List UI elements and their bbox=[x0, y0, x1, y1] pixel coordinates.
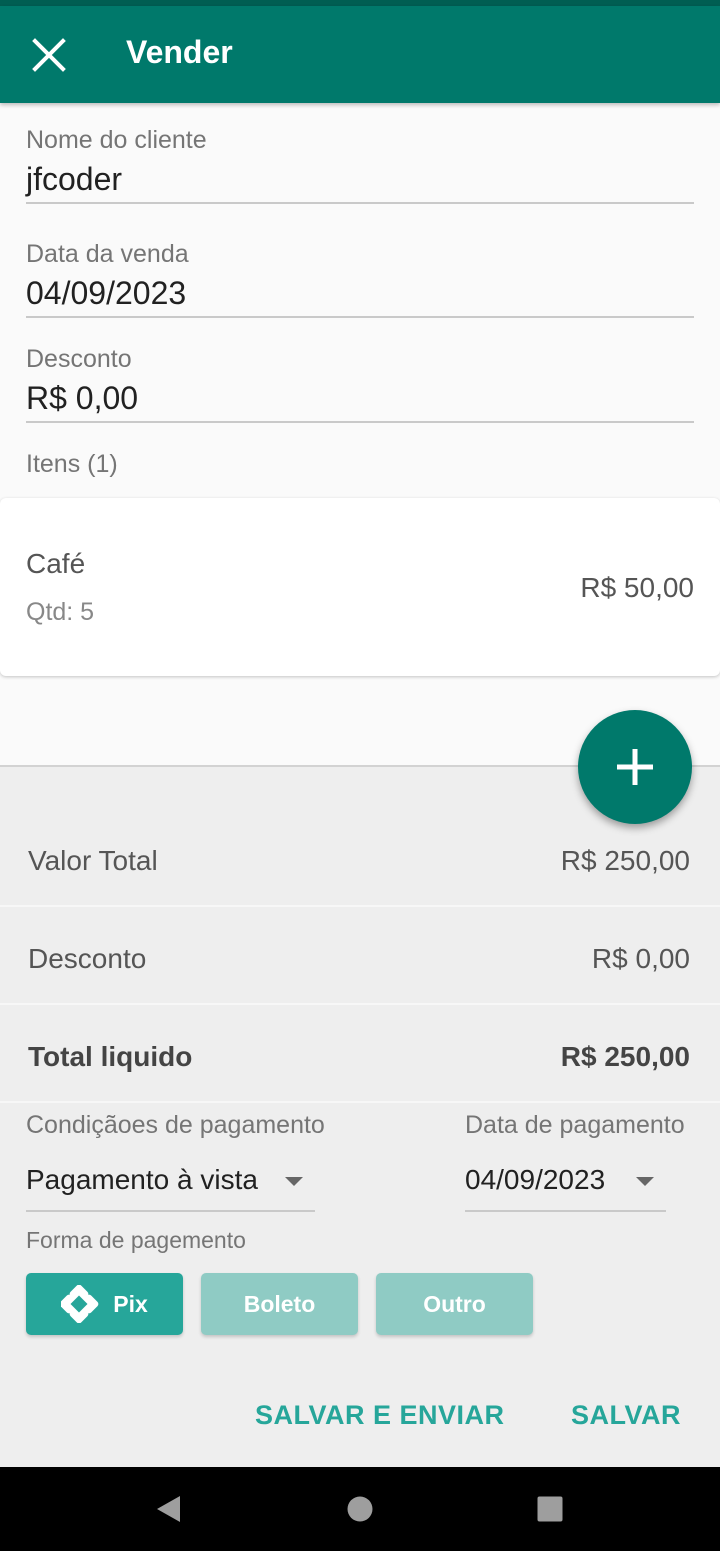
summary-discount-label: Desconto bbox=[28, 943, 147, 974]
total-label: Valor Total bbox=[28, 845, 158, 876]
payment-date-label: Data de pagamento bbox=[465, 1111, 685, 1139]
outro-label: Outro bbox=[423, 1290, 486, 1317]
net-total-label: Total liquido bbox=[28, 1041, 193, 1072]
payment-method-boleto[interactable]: Boleto bbox=[201, 1273, 358, 1335]
recents-button[interactable] bbox=[530, 1489, 570, 1529]
page-title: Vender bbox=[126, 34, 233, 70]
summary-discount-value: R$ 0,00 bbox=[591, 943, 690, 974]
sale-date-label: Data da venda bbox=[26, 240, 189, 268]
payment-method-outro[interactable]: Outro bbox=[376, 1273, 533, 1335]
items-count-label: Itens (1) bbox=[26, 450, 118, 478]
back-icon bbox=[157, 1496, 180, 1522]
sale-date-field[interactable]: Data da venda 04/09/2023 bbox=[26, 240, 694, 318]
payment-conditions-select[interactable]: Pagamento à vista bbox=[26, 1154, 315, 1212]
save-button[interactable]: SALVAR bbox=[571, 1400, 681, 1431]
total-row: Valor Total R$ 250,00 bbox=[0, 809, 720, 907]
sale-date-value: 04/09/2023 bbox=[26, 275, 187, 311]
net-total-row: Total liquido R$ 250,00 bbox=[0, 1005, 720, 1103]
payment-date-value: 04/09/2023 bbox=[465, 1164, 606, 1195]
close-icon bbox=[32, 38, 66, 72]
payment-date-select[interactable]: 04/09/2023 bbox=[465, 1154, 666, 1212]
chevron-down-icon bbox=[636, 1177, 654, 1186]
total-value: R$ 250,00 bbox=[560, 845, 690, 876]
net-total-value: R$ 250,00 bbox=[560, 1041, 690, 1072]
boleto-label: Boleto bbox=[243, 1290, 316, 1317]
list-item[interactable]: Café Qtd: 5 R$ 50,00 bbox=[0, 498, 720, 676]
add-icon bbox=[617, 749, 653, 785]
payment-conditions-label: Condiçãoes de pagamento bbox=[26, 1111, 325, 1139]
pix-icon bbox=[61, 1285, 99, 1323]
customer-name-field[interactable]: Nome do cliente jfcoder bbox=[26, 126, 694, 204]
payment-conditions-value: Pagamento à vista bbox=[26, 1164, 258, 1195]
app-bar: Vender bbox=[0, 6, 720, 103]
payment-method-label: Forma de pagemento bbox=[26, 1227, 246, 1253]
summary-discount-row: Desconto R$ 0,00 bbox=[0, 907, 720, 1005]
customer-name-value: jfcoder bbox=[26, 161, 123, 197]
item-price: R$ 50,00 bbox=[580, 572, 694, 603]
discount-label: Desconto bbox=[26, 345, 132, 373]
pix-label: Pix bbox=[113, 1290, 148, 1317]
customer-name-label: Nome do cliente bbox=[26, 126, 207, 154]
discount-field[interactable]: Desconto R$ 0,00 bbox=[26, 345, 694, 423]
save-and-send-button[interactable]: SALVAR E ENVIAR bbox=[255, 1400, 505, 1431]
item-name: Café bbox=[26, 548, 86, 579]
back-button[interactable] bbox=[148, 1489, 188, 1529]
recents-icon bbox=[537, 1496, 563, 1522]
system-navigation-bar bbox=[0, 1467, 720, 1551]
chevron-down-icon bbox=[285, 1177, 303, 1186]
home-icon bbox=[347, 1496, 373, 1522]
discount-value: R$ 0,00 bbox=[26, 380, 139, 416]
item-quantity: Qtd: 5 bbox=[26, 598, 95, 626]
home-button[interactable] bbox=[340, 1489, 380, 1529]
add-item-button[interactable] bbox=[578, 710, 692, 824]
payment-method-pix[interactable]: Pix bbox=[26, 1273, 183, 1335]
close-button[interactable] bbox=[24, 30, 74, 80]
